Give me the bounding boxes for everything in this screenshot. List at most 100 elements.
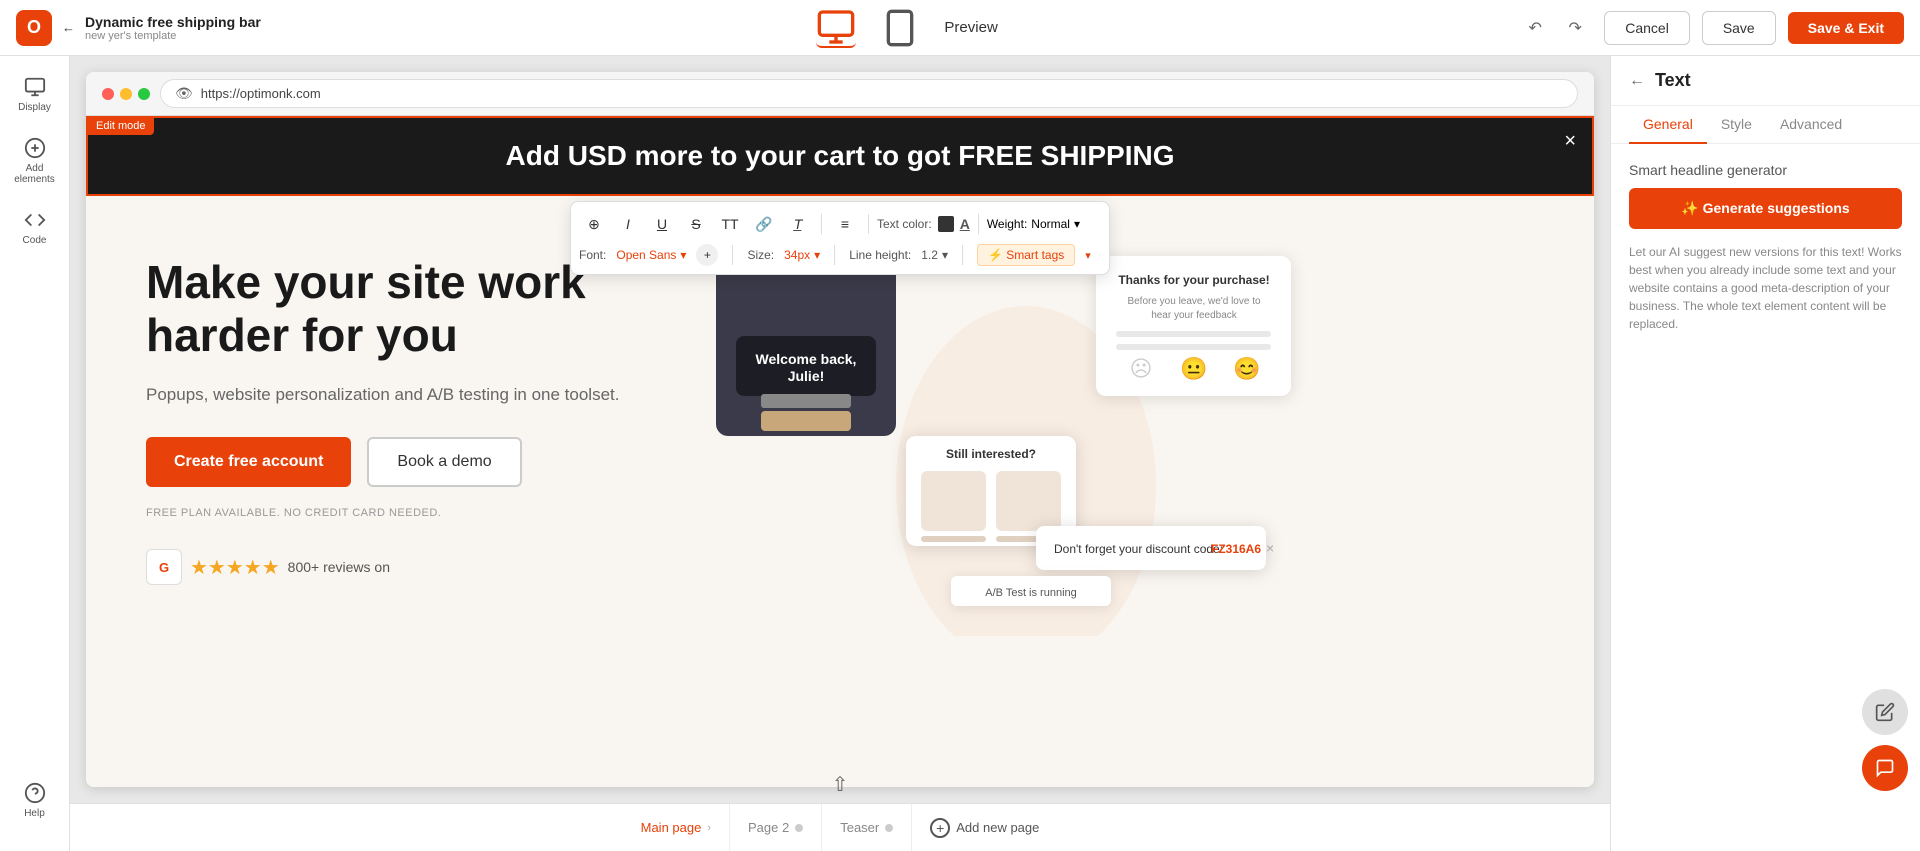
redo-button[interactable]: ↷ bbox=[1558, 11, 1592, 45]
font-selector[interactable]: Open Sans ▾ bbox=[616, 248, 686, 262]
eye-icon: 👁 bbox=[175, 85, 193, 102]
generate-suggestions-button[interactable]: ✨ Generate suggestions bbox=[1629, 188, 1902, 229]
dot-red bbox=[102, 88, 114, 100]
sidebar-item-display[interactable]: Display bbox=[6, 68, 64, 121]
chevron-right-icon: › bbox=[707, 822, 711, 834]
toolbar-strikethrough-btn[interactable]: S bbox=[681, 210, 711, 238]
page-2-tab[interactable]: Page 2 bbox=[730, 804, 822, 851]
size-chevron: ▾ bbox=[814, 248, 820, 262]
tab-general[interactable]: General bbox=[1629, 106, 1707, 144]
save-button[interactable]: Save bbox=[1702, 11, 1776, 45]
size-selector[interactable]: 34px ▾ bbox=[784, 248, 820, 262]
chat-fab-button[interactable] bbox=[1862, 745, 1908, 791]
toolbar-text-style-btn[interactable]: T̲ bbox=[783, 210, 813, 238]
landing-visual: Welcome back, Julie! [ Product image ] S… bbox=[706, 236, 1306, 636]
font-chevron: ▾ bbox=[680, 248, 686, 262]
cancel-button[interactable]: Cancel bbox=[1604, 11, 1690, 45]
add-font-btn[interactable]: + bbox=[696, 244, 718, 266]
app-logo: O bbox=[16, 10, 52, 46]
toolbar-row1: ⊕ I U S TT 🔗 T̲ ≡ Text color: A bbox=[579, 210, 1101, 238]
preview-label: Preview bbox=[944, 19, 997, 36]
ai-description: Let our AI suggest new versions for this… bbox=[1629, 243, 1902, 333]
toolbar-italic-btn[interactable]: I bbox=[613, 210, 643, 238]
toolbar-divider2 bbox=[868, 214, 869, 234]
toolbar-color-section: Text color: A bbox=[877, 216, 970, 232]
panel-back-button[interactable]: ← bbox=[1629, 72, 1645, 90]
toolbar-emoji-btn[interactable]: ⊕ bbox=[579, 210, 609, 238]
desktop-device-btn[interactable] bbox=[816, 8, 856, 48]
top-bar-right: ↶ ↷ Cancel Save Save & Exit bbox=[1518, 11, 1904, 45]
left-sidebar: Display Add elements Code Help bbox=[0, 56, 70, 851]
rating-row: G ★★★★★ 800+ reviews on bbox=[146, 549, 706, 585]
sidebar-item-help[interactable]: Help bbox=[6, 774, 64, 827]
line-height-label: Line height: bbox=[849, 248, 911, 262]
svg-text:×: × bbox=[1266, 540, 1274, 556]
size-label: Size: bbox=[747, 248, 774, 262]
sidebar-help-label: Help bbox=[24, 808, 45, 819]
smart-tags-chevron[interactable]: ▾ bbox=[1085, 249, 1091, 262]
top-bar-left: O ← Dynamic free shipping bar new yer's … bbox=[16, 10, 296, 46]
dot-green bbox=[138, 88, 150, 100]
book-demo-button[interactable]: Book a demo bbox=[367, 437, 521, 487]
landing-right: Welcome back, Julie! [ Product image ] S… bbox=[706, 236, 1534, 641]
scroll-up-arrow[interactable]: ⇧ bbox=[832, 772, 849, 797]
sidebar-item-code[interactable]: Code bbox=[6, 201, 64, 254]
main-area: Display Add elements Code Help bbox=[0, 56, 1920, 851]
top-bar: O ← Dynamic free shipping bar new yer's … bbox=[0, 0, 1920, 56]
color-swatch[interactable] bbox=[938, 216, 954, 232]
shipping-bar-text[interactable]: Add USD more to your cart to got FREE SH… bbox=[506, 138, 1175, 174]
sidebar-code-label: Code bbox=[23, 235, 47, 246]
panel-tabs: General Style Advanced bbox=[1611, 106, 1920, 144]
template-info: Dynamic free shipping bar new yer's temp… bbox=[85, 14, 261, 42]
landing-buttons: Create free account Book a demo bbox=[146, 437, 706, 487]
teaser-tab[interactable]: Teaser bbox=[822, 804, 912, 851]
page-2-dot bbox=[795, 824, 803, 832]
browser-dots bbox=[102, 88, 150, 100]
mobile-device-btn[interactable] bbox=[880, 8, 920, 48]
back-button[interactable]: ← bbox=[62, 20, 75, 35]
top-bar-center: Preview bbox=[308, 8, 1506, 48]
svg-text:FZ316A6: FZ316A6 bbox=[1211, 542, 1261, 556]
save-exit-button[interactable]: Save & Exit bbox=[1788, 12, 1904, 44]
edit-fab-button[interactable] bbox=[1862, 689, 1908, 735]
browser-bar: 👁 https://optimonk.com bbox=[86, 72, 1594, 116]
svg-text:Still interested?: Still interested? bbox=[946, 447, 1036, 461]
smart-tags-button[interactable]: ⚡ Smart tags bbox=[977, 244, 1075, 266]
add-page-icon: + bbox=[930, 818, 950, 838]
landing-subtext: Popups, website personalization and A/B … bbox=[146, 382, 706, 408]
toolbar-weight: Weight: Normal ▾ bbox=[987, 217, 1080, 231]
shipping-bar-popup[interactable]: Edit mode Add USD more to your cart to g… bbox=[86, 116, 1594, 196]
toolbar-row2: Font: Open Sans ▾ + Size: 34px ▾ bbox=[579, 244, 1101, 266]
toolbar-divider3 bbox=[978, 214, 979, 234]
toolbar-link-btn[interactable]: 🔗 bbox=[749, 210, 779, 238]
svg-text:hear your feedback: hear your feedback bbox=[1151, 310, 1238, 321]
page-2-label: Page 2 bbox=[748, 820, 789, 835]
sidebar-bottom: Help bbox=[6, 774, 64, 839]
undo-button[interactable]: ↶ bbox=[1518, 11, 1552, 45]
main-page-tab[interactable]: Main page › bbox=[623, 804, 730, 851]
template-title: Dynamic free shipping bar bbox=[85, 14, 261, 30]
toolbar-align-btn[interactable]: ≡ bbox=[830, 210, 860, 238]
teaser-label: Teaser bbox=[840, 820, 879, 835]
create-account-button[interactable]: Create free account bbox=[146, 437, 351, 487]
panel-title: Text bbox=[1655, 70, 1691, 91]
svg-text:Julie!: Julie! bbox=[788, 368, 825, 384]
browser-mockup: 👁 https://optimonk.com Edit mode Add USD… bbox=[86, 72, 1594, 787]
website-content: Edit mode Add USD more to your cart to g… bbox=[86, 116, 1594, 787]
line-height-selector[interactable]: 1.2 ▾ bbox=[921, 248, 948, 262]
stars: ★★★★★ bbox=[190, 555, 280, 580]
tab-advanced[interactable]: Advanced bbox=[1766, 106, 1856, 144]
toolbar-underline-btn[interactable]: U bbox=[647, 210, 677, 238]
svg-text:😊: 😊 bbox=[1233, 356, 1260, 381]
tab-style[interactable]: Style bbox=[1707, 106, 1766, 144]
toolbar-text-transform-btn[interactable]: TT bbox=[715, 210, 745, 238]
shipping-bar-close[interactable]: × bbox=[1564, 130, 1576, 153]
sidebar-item-add-elements[interactable]: Add elements bbox=[6, 129, 64, 193]
svg-text:Don't forget your discount cod: Don't forget your discount code: bbox=[1054, 542, 1223, 556]
svg-text:Thanks for your purchase!: Thanks for your purchase! bbox=[1118, 273, 1269, 287]
weight-chevron[interactable]: ▾ bbox=[1074, 217, 1080, 231]
browser-url-bar[interactable]: 👁 https://optimonk.com bbox=[160, 79, 1578, 108]
bottom-bar: Main page › Page 2 Teaser + Add new page bbox=[70, 803, 1610, 851]
add-new-page-button[interactable]: + Add new page bbox=[912, 804, 1057, 851]
right-panel: ← Text General Style Advanced Smart head… bbox=[1610, 56, 1920, 851]
